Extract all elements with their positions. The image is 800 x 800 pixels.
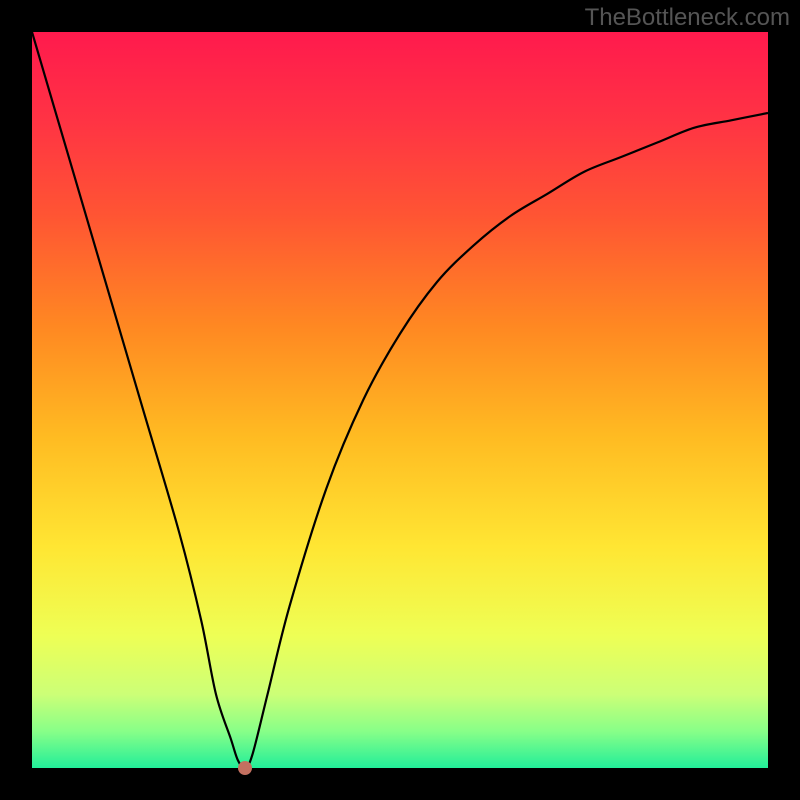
watermark-text: TheBottleneck.com [585, 4, 790, 32]
chart-container: TheBottleneck.com [0, 0, 800, 800]
curve-layer [32, 32, 768, 768]
plot-area [32, 32, 768, 768]
optimal-point-marker [238, 761, 252, 775]
bottleneck-curve [32, 32, 768, 768]
